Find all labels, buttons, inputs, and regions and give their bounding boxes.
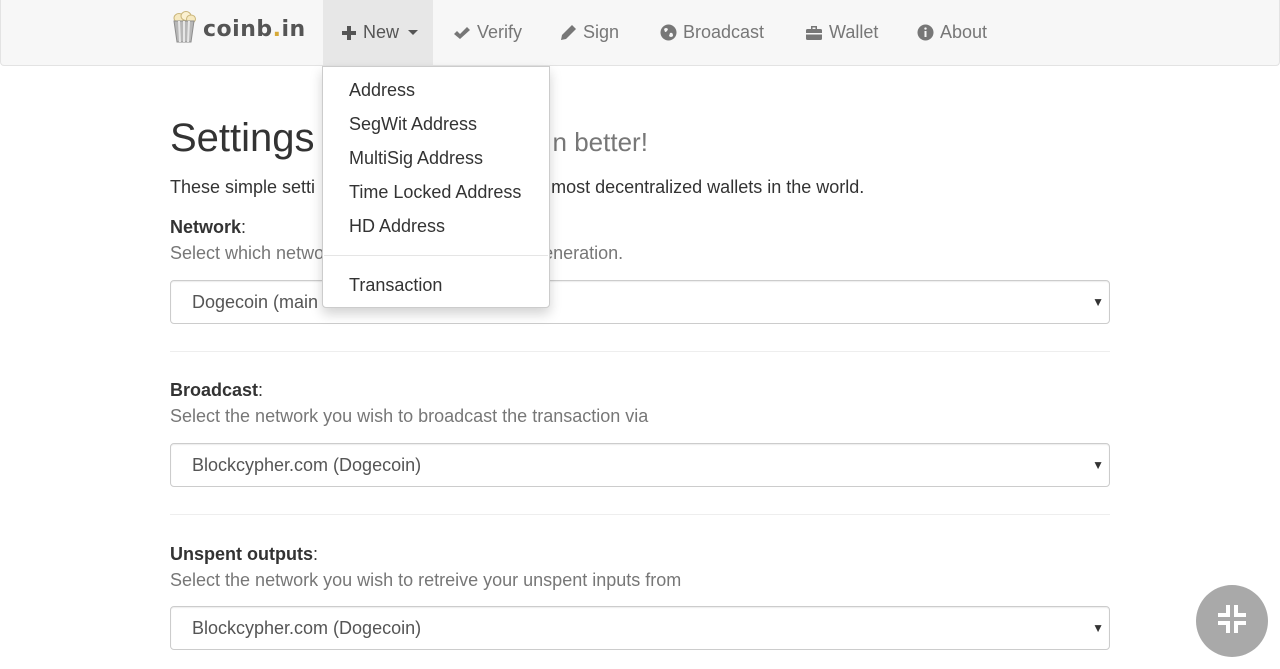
select-arrow-icon: ▼: [1092, 295, 1104, 309]
network-label: Network:: [170, 217, 247, 237]
broadcast-label: Broadcast:: [170, 380, 264, 400]
nav-wallet[interactable]: Wallet: [787, 0, 896, 65]
broadcast-select-value: Blockcypher.com (Dogecoin): [192, 454, 422, 475]
globe-icon: [660, 24, 677, 41]
page-subtitle: n better!: [552, 127, 648, 157]
broadcast-select[interactable]: Blockcypher.com (Dogecoin) ▼: [170, 443, 1110, 487]
menu-divider: [324, 255, 548, 256]
nav-new-label: New: [363, 22, 400, 42]
brand-logo[interactable]: coinb.in: [171, 10, 306, 48]
unspent-select[interactable]: Blockcypher.com (Dogecoin) ▼: [170, 606, 1110, 650]
menu-item-segwit-address[interactable]: SegWit Address: [349, 114, 477, 135]
popcorn-icon: [171, 10, 197, 48]
unspent-label: Unspent outputs:: [170, 544, 318, 564]
network-select-value: Dogecoin (main: [192, 291, 319, 312]
menu-item-time-locked-address[interactable]: Time Locked Address: [349, 182, 521, 203]
unspent-help: Select the network you wish to retreive …: [170, 570, 682, 590]
caret-down-icon: [408, 30, 419, 35]
nav-new[interactable]: New: [323, 0, 433, 65]
nav-broadcast-label: Broadcast: [683, 22, 765, 42]
select-arrow-icon: ▼: [1092, 621, 1104, 635]
unspent-select-value: Blockcypher.com (Dogecoin): [192, 617, 422, 638]
menu-item-address[interactable]: Address: [349, 80, 415, 101]
nav-about-label: About: [940, 22, 988, 42]
nav-wallet-label: Wallet: [829, 22, 879, 42]
nav-sign[interactable]: Sign: [542, 0, 637, 65]
exit-fullscreen-button[interactable]: [1196, 585, 1268, 657]
new-dropdown-menu: Address SegWit Address MultiSig Address …: [322, 66, 550, 308]
broadcast-help: Select the network you wish to broadcast…: [170, 406, 649, 426]
nav-about[interactable]: About: [899, 0, 1005, 65]
divider: [170, 514, 1110, 515]
nav-verify[interactable]: Verify: [435, 0, 540, 65]
select-arrow-icon: ▼: [1092, 458, 1104, 472]
compress-icon: [1216, 603, 1248, 640]
nav-verify-label: Verify: [477, 22, 523, 42]
navbar: coinb.in New Verify Sign Broadcast Walle…: [0, 0, 1280, 66]
info-circle-icon: [917, 24, 934, 41]
plus-icon: [341, 25, 357, 41]
nav-sign-label: Sign: [583, 22, 620, 42]
brand-name: coinb.in: [203, 16, 306, 42]
menu-item-multisig-address[interactable]: MultiSig Address: [349, 148, 483, 169]
divider: [170, 351, 1110, 352]
menu-item-transaction[interactable]: Transaction: [349, 275, 442, 296]
network-select[interactable]: Dogecoin (main ▼: [170, 280, 1110, 324]
menu-item-hd-address[interactable]: HD Address: [349, 216, 445, 237]
check-icon: [453, 25, 471, 41]
briefcase-icon: [805, 25, 823, 41]
nav-broadcast[interactable]: Broadcast: [642, 0, 782, 65]
pencil-icon: [560, 24, 577, 41]
